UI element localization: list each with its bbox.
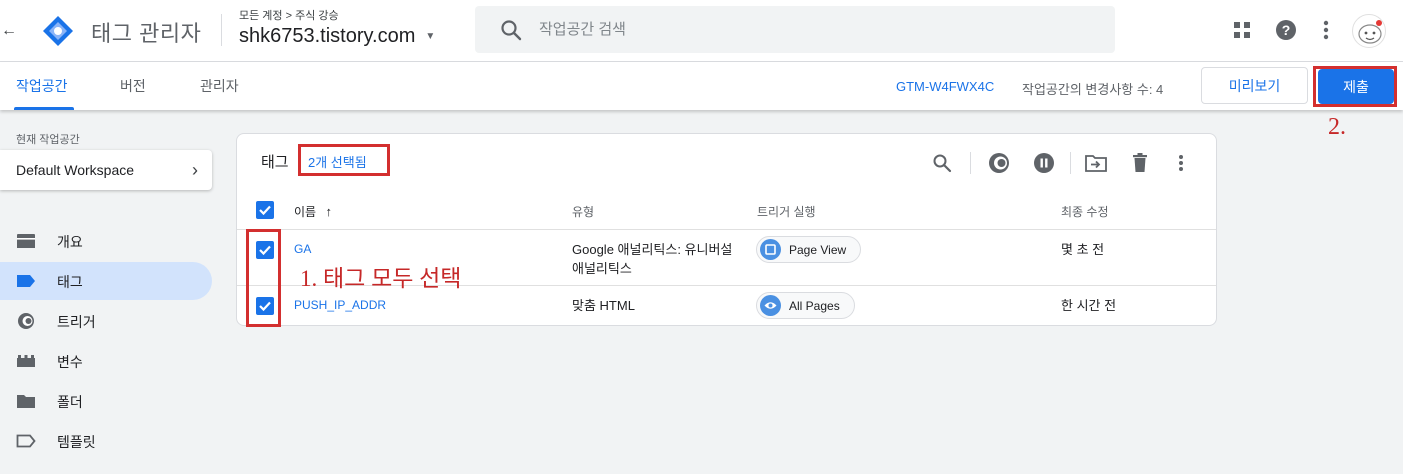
annotation-step-2: 2. bbox=[1328, 114, 1346, 140]
tag-name-link[interactable]: GA bbox=[294, 240, 311, 259]
sidebar-item-variables[interactable]: 변수 bbox=[0, 342, 212, 380]
tab-workspace[interactable]: 작업공간 bbox=[16, 76, 68, 96]
toolbar-divider bbox=[1070, 152, 1071, 174]
pause-icon[interactable] bbox=[1032, 151, 1056, 175]
sort-ascending-icon: ↑ bbox=[325, 204, 332, 219]
workspace-name: Default Workspace bbox=[16, 162, 135, 178]
tag-type: 맞춤 HTML bbox=[572, 298, 635, 313]
account-selector[interactable]: shk6753.tistory.com ▼ bbox=[239, 25, 435, 48]
selected-count-highlight-box bbox=[298, 144, 390, 176]
sidebar-item-tags[interactable]: 태그 bbox=[0, 262, 212, 300]
row-divider bbox=[237, 229, 1216, 230]
help-icon[interactable]: ? bbox=[1274, 18, 1298, 42]
trigger-chip[interactable]: Page View bbox=[756, 236, 862, 263]
tag-name-link[interactable]: PUSH_IP_ADDR bbox=[294, 296, 386, 315]
sidebar-item-triggers[interactable]: 트리거 bbox=[0, 302, 212, 340]
back-arrow-icon[interactable]: ← bbox=[0, 20, 18, 42]
workspace-navbar: 작업공간 버전 관리자 GTM-W4FWX4C 작업공간의 변경사항 수: 4 … bbox=[0, 62, 1403, 110]
column-header-type[interactable]: 유형 bbox=[572, 203, 594, 220]
preview-button[interactable]: 미리보기 bbox=[1201, 67, 1308, 104]
app-title: 태그 관리자 bbox=[91, 21, 202, 46]
workspace-search[interactable] bbox=[475, 6, 1115, 53]
account-name: shk6753.tistory.com bbox=[239, 25, 416, 47]
trigger-label: All Pages bbox=[789, 298, 840, 313]
tag-manager-logo-icon bbox=[43, 16, 73, 46]
sidebar-item-overview[interactable]: 개요 bbox=[0, 222, 212, 260]
avatar[interactable] bbox=[1352, 14, 1386, 48]
column-header-modified[interactable]: 최종 수정 bbox=[1061, 203, 1109, 220]
dropdown-caret-icon: ▼ bbox=[425, 31, 436, 42]
workspace-selector[interactable]: Default Workspace › bbox=[0, 150, 212, 190]
variables-icon bbox=[16, 352, 36, 370]
search-icon bbox=[501, 19, 522, 40]
submit-highlight-box bbox=[1313, 66, 1397, 107]
last-modified: 한 시간 전 bbox=[1061, 298, 1117, 313]
tag-type-continued: 애널리틱스 bbox=[572, 261, 632, 276]
folder-icon bbox=[16, 392, 36, 410]
sidebar-item-label: 트리거 bbox=[57, 314, 96, 330]
column-name-label: 이름 bbox=[294, 205, 317, 219]
tab-admin[interactable]: 관리자 bbox=[200, 76, 239, 96]
template-icon bbox=[16, 432, 36, 450]
chevron-right-icon: › bbox=[192, 160, 198, 180]
workspace-changes-count: 작업공간의 변경사항 수: 4 bbox=[1022, 82, 1164, 97]
eye-icon bbox=[760, 295, 781, 316]
tag-icon bbox=[16, 272, 36, 290]
move-to-folder-icon[interactable] bbox=[1084, 151, 1108, 175]
sidebar-item-label: 폴더 bbox=[57, 394, 83, 410]
current-workspace-label: 현재 작업공간 bbox=[16, 134, 80, 146]
apps-grid-icon[interactable] bbox=[1230, 18, 1254, 42]
sidebar-item-label: 변수 bbox=[57, 354, 83, 370]
top-bar: ← 태그 관리자 모든 계정 > 주식 강승 shk6753.tistory.c… bbox=[0, 0, 1403, 62]
sidebar-item-label: 템플릿 bbox=[57, 434, 96, 450]
more-vert-icon[interactable] bbox=[1169, 151, 1193, 175]
search-icon[interactable] bbox=[930, 151, 954, 175]
column-header-trigger[interactable]: 트리거 실행 bbox=[757, 203, 816, 220]
trigger-label: Page View bbox=[789, 242, 847, 257]
tab-versions[interactable]: 버전 bbox=[120, 76, 146, 96]
select-all-checkbox[interactable] bbox=[256, 201, 274, 219]
active-tab-indicator bbox=[14, 107, 74, 110]
tag-type: Google 애널리틱스: 유니버설 bbox=[572, 242, 733, 257]
column-header-name[interactable]: 이름 ↑ bbox=[294, 203, 332, 220]
overview-icon bbox=[16, 232, 36, 250]
trigger-chip[interactable]: All Pages bbox=[756, 292, 855, 319]
toolbar-divider bbox=[970, 152, 971, 174]
delete-icon[interactable] bbox=[1128, 151, 1152, 175]
container-id[interactable]: GTM-W4FWX4C bbox=[896, 79, 994, 94]
sidebar-item-folders[interactable]: 폴더 bbox=[0, 382, 212, 420]
more-vert-icon[interactable] bbox=[1314, 18, 1338, 42]
card-title: 태그 bbox=[261, 154, 289, 171]
trigger-icon bbox=[16, 312, 36, 330]
svg-text:?: ? bbox=[1282, 22, 1291, 38]
header-divider bbox=[221, 14, 222, 46]
sidebar-item-templates[interactable]: 템플릿 bbox=[0, 422, 212, 460]
last-modified: 몇 초 전 bbox=[1061, 242, 1105, 257]
apply-trigger-icon[interactable] bbox=[987, 151, 1011, 175]
checkbox-highlight-box bbox=[246, 229, 281, 327]
sidebar-item-label: 개요 bbox=[57, 234, 83, 250]
breadcrumb[interactable]: 모든 계정 > 주식 강승 bbox=[239, 7, 339, 23]
pageview-trigger-icon bbox=[760, 239, 781, 260]
sidebar-item-label: 태그 bbox=[57, 274, 83, 290]
annotation-step-1: 1. 태그 모두 선택 bbox=[300, 266, 462, 291]
search-input[interactable] bbox=[539, 21, 1099, 38]
tags-card: 태그 2개 선택됨 이름 ↑ 유형 트리거 실행 최종 수정 GA Google… bbox=[236, 133, 1217, 326]
